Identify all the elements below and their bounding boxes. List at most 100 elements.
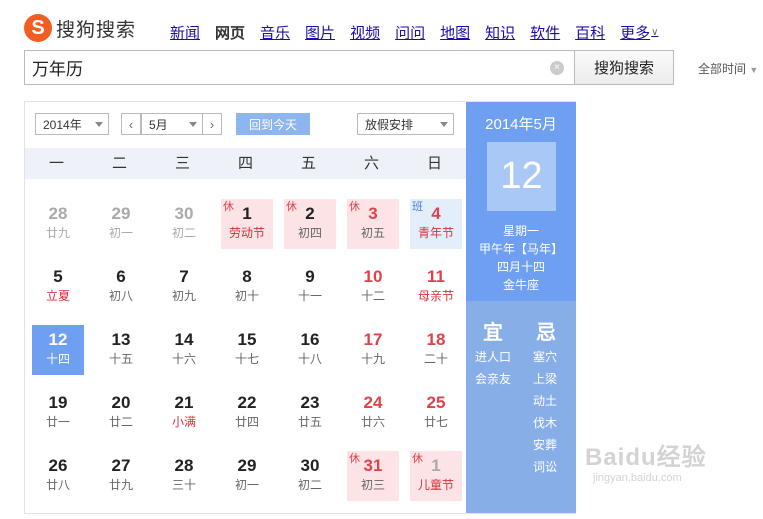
nav-link[interactable]: 知识 — [485, 22, 515, 43]
calendar-day[interactable]: 5 立夏 — [32, 262, 84, 312]
calendar-day[interactable]: 休 31 初三 — [347, 451, 399, 501]
holiday-badge: 休 — [223, 201, 234, 213]
search-input[interactable] — [32, 57, 550, 78]
nav-link[interactable]: 软件 — [530, 22, 560, 43]
chevron-down-icon — [189, 122, 197, 127]
calendar-day[interactable]: 28 三十 — [158, 451, 210, 501]
lunar-date: 四月十四 — [496, 260, 545, 274]
nav-link[interactable]: 新闻 — [170, 22, 200, 43]
holiday-badge: 休 — [349, 201, 360, 213]
month-select[interactable]: 5月 — [141, 113, 203, 135]
day-number: 27 — [111, 456, 131, 475]
calendar-day[interactable]: 10 十二 — [347, 262, 399, 312]
next-month-button[interactable]: › — [202, 113, 222, 135]
year-select-value: 2014年 — [43, 117, 82, 132]
day-number: 26 — [48, 456, 68, 475]
nav-link[interactable]: 图片 — [305, 22, 335, 43]
calendar-day[interactable]: 15 十七 — [221, 325, 273, 375]
calendar-day[interactable]: 25 廿七 — [410, 388, 462, 438]
calendar-day[interactable]: 13 十五 — [95, 325, 147, 375]
back-to-today-button[interactable]: 回到今天 — [236, 113, 310, 135]
nav-link[interactable]: 视频 — [350, 22, 380, 43]
day-info: 星期一 甲午年【马年】 四月十四 金牛座 — [466, 222, 576, 294]
lunar-label: 小满 — [171, 415, 196, 429]
year-select[interactable]: 2014年 — [35, 113, 109, 135]
chevron-down-icon: ∨ — [651, 27, 659, 38]
calendar-day[interactable]: 30 初二 — [158, 199, 210, 249]
day-number: 30 — [174, 204, 194, 223]
calendar-day[interactable]: 28 廿九 — [32, 199, 84, 249]
calendar-day[interactable]: 26 廿八 — [32, 451, 84, 501]
yi-item: 会亲友 — [475, 372, 512, 386]
chevron-down-icon: ▼ — [749, 65, 759, 75]
calendar-day[interactable]: 14 十六 — [158, 325, 210, 375]
sogou-logo[interactable]: S 搜狗搜索 — [24, 14, 136, 42]
time-filter-label: 全部时间 — [698, 62, 747, 76]
calendar-day[interactable]: 23 廿五 — [284, 388, 336, 438]
calendar-day[interactable]: 29 初一 — [95, 199, 147, 249]
ji-item: 塞穴 — [533, 350, 558, 364]
calendar-day[interactable]: 20 廿二 — [95, 388, 147, 438]
calendar-day[interactable]: 休 1 劳动节 — [221, 199, 273, 249]
calendar-day[interactable]: 19 廿一 — [32, 388, 84, 438]
calendar-day[interactable]: 8 初十 — [221, 262, 273, 312]
calendar-day[interactable]: 休 3 初五 — [347, 199, 399, 249]
lunar-label: 廿八 — [45, 478, 70, 492]
day-number: 15 — [237, 330, 257, 349]
chevron-right-icon: › — [209, 116, 215, 132]
calendar-day[interactable]: 12 十四 — [32, 325, 84, 375]
calendar-day[interactable]: 班 4 青年节 — [410, 199, 462, 249]
lunar-label: 母亲节 — [417, 289, 454, 303]
calendar-day[interactable]: 30 初二 — [284, 451, 336, 501]
nav-link[interactable]: 音乐 — [260, 22, 290, 43]
clear-icon[interactable]: × — [550, 60, 564, 75]
calendar-day[interactable]: 27 廿九 — [95, 451, 147, 501]
calendar-day[interactable]: 21 小满 — [158, 388, 210, 438]
nav-link[interactable]: 网页 — [215, 22, 245, 43]
day-number: 25 — [426, 393, 446, 412]
nav-link[interactable]: 更多 ∨ — [620, 22, 658, 43]
lunar-label: 初五 — [360, 226, 385, 240]
search-button[interactable]: 搜狗搜索 — [574, 50, 674, 85]
prev-month-button[interactable]: ‹ — [121, 113, 141, 135]
weekday-label: 六 — [363, 155, 379, 172]
day-number: 8 — [242, 267, 252, 286]
nav-link-label: 更多 — [620, 25, 651, 42]
calendar-day[interactable]: 9 十一 — [284, 262, 336, 312]
calendar-day[interactable]: 休 2 初四 — [284, 199, 336, 249]
holiday-badge: 休 — [349, 453, 360, 465]
calendar-day[interactable]: 24 廿六 — [347, 388, 399, 438]
lunar-label: 十七 — [234, 352, 259, 366]
nav-link[interactable]: 地图 — [440, 22, 470, 43]
lunar-label: 十六 — [171, 352, 196, 366]
ji-item: 安葬 — [533, 438, 558, 452]
lunar-label: 劳动节 — [228, 226, 265, 240]
lunar-label: 廿九 — [45, 226, 70, 240]
nav-link[interactable]: 问问 — [395, 22, 425, 43]
calendar-day[interactable]: 29 初一 — [221, 451, 273, 501]
day-number: 5 — [53, 267, 63, 286]
calendar-day[interactable]: 16 十八 — [284, 325, 336, 375]
holiday-select[interactable]: 放假安排 — [357, 113, 454, 135]
lunar-label: 初四 — [297, 226, 322, 240]
calendar-day[interactable]: 休 1 儿童节 — [410, 451, 462, 501]
calendar-day[interactable]: 22 廿四 — [221, 388, 273, 438]
chevron-down-icon — [95, 122, 103, 127]
lunar-label: 廿一 — [45, 415, 70, 429]
time-filter-dropdown[interactable]: 全部时间 ▼ — [698, 60, 758, 77]
weekday-label: 四 — [237, 155, 253, 172]
weekday-label: 一 — [48, 155, 64, 172]
calendar-day[interactable]: 7 初九 — [158, 262, 210, 312]
calendar-day[interactable]: 11 母亲节 — [410, 262, 462, 312]
lunar-label: 十一 — [297, 289, 322, 303]
day-number: 16 — [300, 330, 320, 349]
weekday-header: 一二三四五六日 — [25, 148, 466, 179]
nav-link[interactable]: 百科 — [575, 22, 605, 43]
calendar-widget: 2014年 ‹ 5月 › 回到今天 放假安排 一 二 三 四 五 六 日 28 廿九 29 初一 3… — [24, 101, 576, 514]
calendar-day[interactable]: 18 二十 — [410, 325, 462, 375]
weekday-label: 三 — [174, 155, 190, 172]
lunar-label: 初一 — [234, 478, 259, 492]
calendar-day[interactable]: 17 十九 — [347, 325, 399, 375]
day-number: 6 — [116, 267, 126, 286]
calendar-day[interactable]: 6 初八 — [95, 262, 147, 312]
